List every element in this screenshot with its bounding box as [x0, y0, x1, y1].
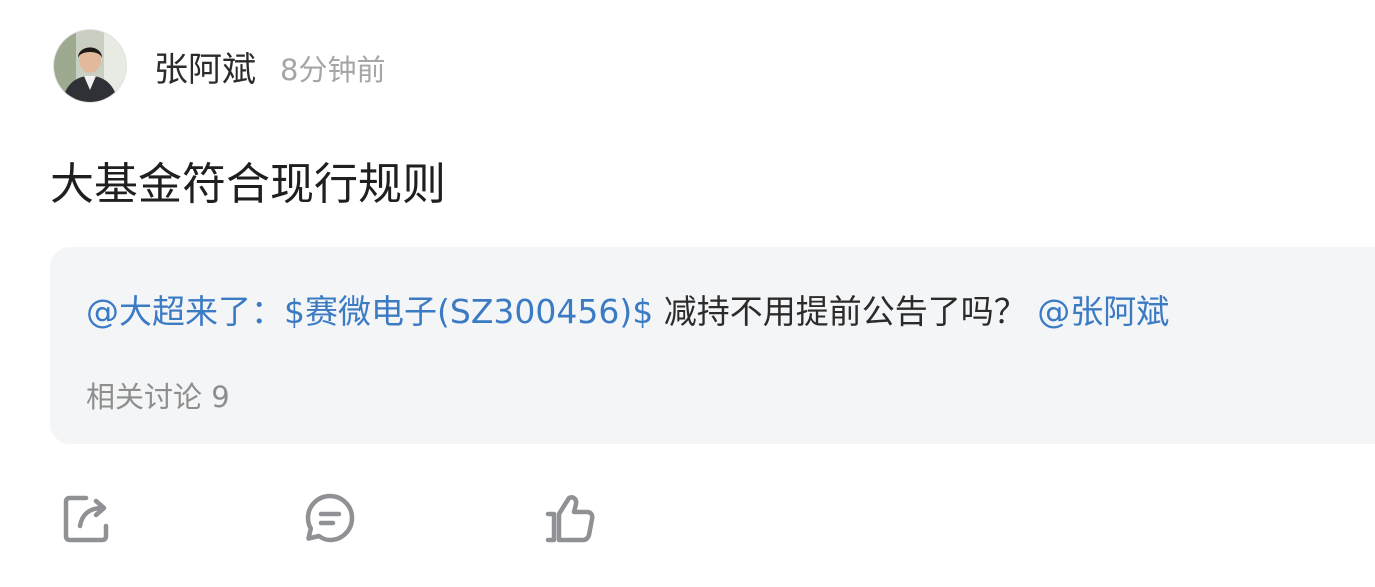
quoted-content: 减持不用提前公告了吗？ — [653, 292, 1027, 331]
share-icon — [63, 495, 109, 543]
avatar-photo-icon — [54, 30, 126, 102]
quoted-post-text: @大超来了：$赛微电子(SZ300456)$ 减持不用提前公告了吗？ @张阿斌 — [86, 285, 1169, 333]
comment-button[interactable] — [300, 488, 360, 548]
comment-icon — [305, 493, 355, 543]
stock-link[interactable]: $赛微电子(SZ300456)$ — [284, 292, 653, 331]
like-icon — [545, 495, 595, 543]
post-timestamp: 8分钟前 — [280, 53, 386, 87]
author-name[interactable]: 张阿斌 — [154, 42, 256, 91]
share-button[interactable] — [56, 488, 116, 548]
quoted-post-card[interactable]: @大超来了：$赛微电子(SZ300456)$ 减持不用提前公告了吗？ @张阿斌 … — [50, 247, 1375, 444]
like-button[interactable] — [540, 488, 600, 548]
action-bar — [0, 480, 1375, 560]
post-header: 张阿斌 8分钟前 — [54, 28, 385, 104]
related-discussions[interactable]: 相关讨论 9 — [86, 374, 230, 416]
post-text: 大基金符合现行规则 — [50, 159, 446, 210]
mention-link[interactable]: @大超来了： — [86, 292, 284, 331]
avatar[interactable] — [54, 30, 126, 102]
mention-link-author[interactable]: @张阿斌 — [1037, 292, 1169, 331]
